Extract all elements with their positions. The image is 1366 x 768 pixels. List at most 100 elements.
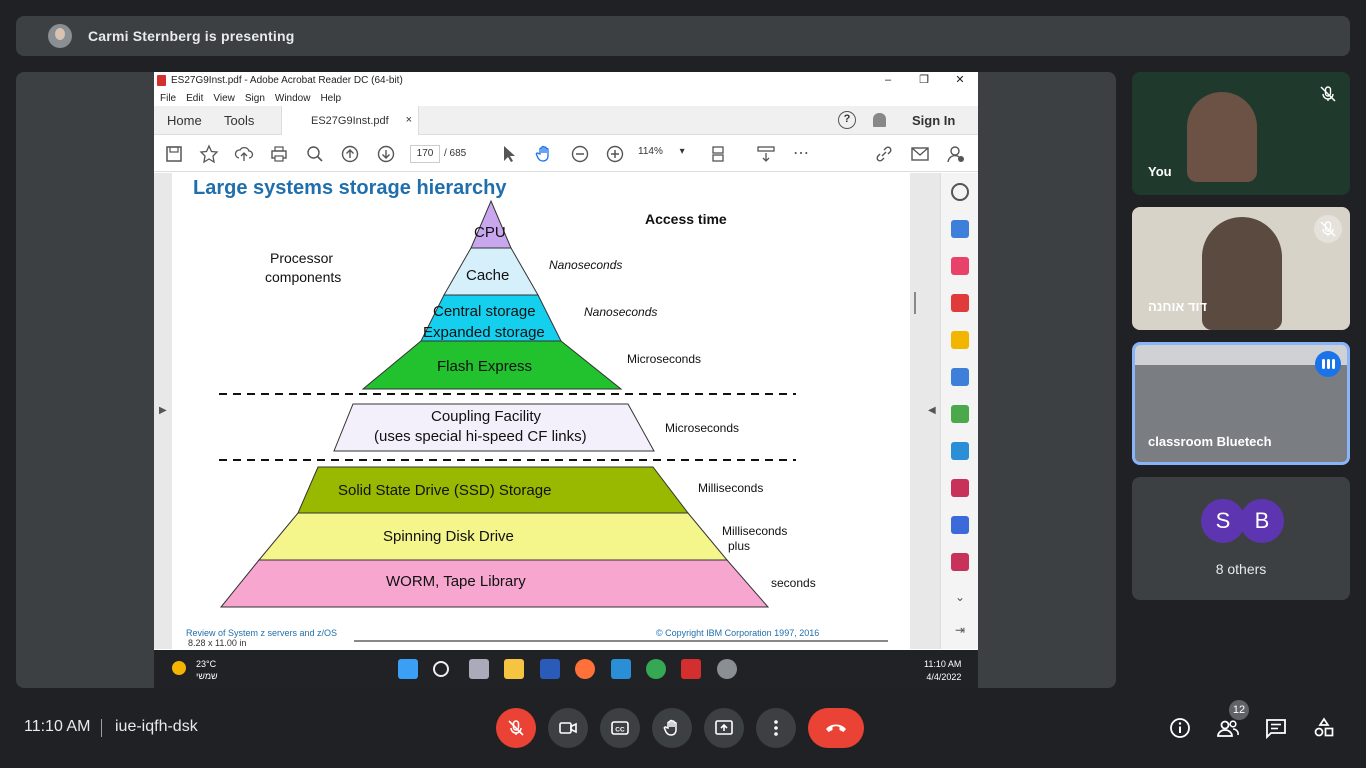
tab-document[interactable]: ES27G9Inst.pdf × bbox=[281, 106, 419, 135]
powershell-icon[interactable] bbox=[540, 659, 560, 679]
scroll-mode-icon[interactable] bbox=[756, 144, 776, 164]
menu-file[interactable]: File bbox=[160, 93, 176, 104]
windows-start-icon[interactable] bbox=[398, 659, 418, 679]
coupling-time: Microseconds bbox=[665, 421, 740, 435]
captions-button[interactable]: CC bbox=[600, 708, 640, 748]
sign-in-button[interactable]: Sign In bbox=[912, 113, 955, 128]
hang-up-icon bbox=[826, 724, 846, 732]
menu-view[interactable]: View bbox=[213, 93, 235, 104]
fill-sign-icon[interactable] bbox=[951, 479, 969, 497]
notification-bell-icon[interactable] bbox=[873, 113, 886, 127]
zoom-in-icon[interactable] bbox=[605, 144, 625, 164]
menu-edit[interactable]: Edit bbox=[186, 93, 203, 104]
cache-time: Nanoseconds bbox=[549, 258, 623, 272]
others-tile[interactable]: S B 8 others bbox=[1132, 477, 1350, 600]
print-icon[interactable] bbox=[269, 144, 289, 164]
info-icon[interactable] bbox=[1168, 716, 1192, 740]
participant-name: classroom Bluetech bbox=[1148, 434, 1272, 449]
mic-toggle-button[interactable] bbox=[496, 708, 536, 748]
help-icon[interactable]: ? bbox=[838, 111, 856, 129]
search-icon[interactable] bbox=[433, 661, 449, 677]
task-view-icon[interactable] bbox=[469, 659, 489, 679]
shared-screen: ES27G9Inst.pdf - Adobe Acrobat Reader DC… bbox=[154, 72, 978, 688]
document-area[interactable]: Large systems storage hierarchy Access t… bbox=[154, 173, 940, 649]
organize-pages-icon[interactable] bbox=[951, 257, 969, 275]
captions-icon: CC bbox=[611, 721, 629, 735]
participant-tile-classroom[interactable]: classroom Bluetech bbox=[1132, 342, 1350, 465]
zoom-select[interactable]: 114% ▾ bbox=[638, 146, 694, 162]
right-pane-toggle-icon[interactable]: ◀ bbox=[928, 405, 936, 416]
page-number-input[interactable]: 170 bbox=[410, 145, 440, 163]
email-icon[interactable] bbox=[910, 144, 930, 164]
chat-icon[interactable] bbox=[1264, 716, 1288, 740]
spinning-time-line1: Milliseconds bbox=[722, 524, 788, 538]
create-pdf-icon[interactable] bbox=[951, 294, 969, 312]
taskbar-clock[interactable]: 11:10 AM 4/4/2022 bbox=[924, 658, 961, 684]
cpu-label: CPU bbox=[474, 224, 506, 241]
tab-tools[interactable]: Tools bbox=[224, 113, 254, 128]
pdf-page: Large systems storage hierarchy Access t… bbox=[172, 173, 910, 649]
firefox-icon[interactable] bbox=[575, 659, 595, 679]
present-screen-button[interactable] bbox=[704, 708, 744, 748]
close-icon[interactable]: ✕ bbox=[942, 72, 978, 89]
raise-hand-button[interactable] bbox=[652, 708, 692, 748]
participant-tile-you[interactable]: You bbox=[1132, 72, 1350, 195]
taskbar-date: 4/4/2022 bbox=[926, 672, 962, 682]
menu-window[interactable]: Window bbox=[275, 93, 311, 104]
zoom-out-icon[interactable] bbox=[570, 144, 590, 164]
vertical-scrollbar[interactable] bbox=[914, 292, 916, 314]
acrobat-icon[interactable] bbox=[681, 659, 701, 679]
more-options-button[interactable] bbox=[756, 708, 796, 748]
edit-pdf-icon[interactable] bbox=[951, 368, 969, 386]
comment-icon[interactable] bbox=[951, 331, 969, 349]
zoom-tool-icon[interactable] bbox=[951, 183, 969, 201]
present-icon bbox=[715, 720, 733, 735]
flash-express-label: Flash Express bbox=[437, 358, 533, 375]
more-tools-icon[interactable]: ⋯ bbox=[791, 144, 811, 164]
upload-cloud-icon[interactable] bbox=[234, 144, 254, 164]
hand-tool-icon[interactable] bbox=[534, 144, 554, 164]
horizontal-scrollbar[interactable] bbox=[354, 640, 888, 642]
zoom-search-icon[interactable] bbox=[305, 144, 325, 164]
file-explorer-icon[interactable] bbox=[504, 659, 524, 679]
others-count: 8 others bbox=[1215, 561, 1267, 577]
participant-name: You bbox=[1148, 164, 1172, 179]
spinning-disk-label: Spinning Disk Drive bbox=[383, 528, 514, 545]
next-page-icon[interactable] bbox=[376, 144, 396, 164]
page-total: / 685 bbox=[444, 148, 467, 159]
collapse-pane-icon[interactable]: ⇥ bbox=[951, 623, 969, 641]
chevron-down-icon[interactable]: ⌄ bbox=[951, 590, 969, 608]
presentation-stage: ES27G9Inst.pdf - Adobe Acrobat Reader DC… bbox=[16, 72, 1116, 688]
share-link-icon[interactable] bbox=[874, 144, 894, 164]
tab-close-icon[interactable]: × bbox=[406, 114, 412, 126]
minimize-icon[interactable]: – bbox=[870, 72, 906, 89]
send-for-review-icon[interactable] bbox=[951, 442, 969, 460]
save-icon[interactable] bbox=[164, 144, 184, 164]
export-pdf-icon[interactable] bbox=[951, 220, 969, 238]
star-icon[interactable] bbox=[199, 144, 219, 164]
compress-pdf-icon[interactable] bbox=[951, 553, 969, 571]
settings-gear-icon[interactable] bbox=[717, 659, 737, 679]
account-add-icon[interactable] bbox=[946, 144, 966, 164]
prev-page-icon[interactable] bbox=[340, 144, 360, 164]
menu-sign[interactable]: Sign bbox=[245, 93, 265, 104]
store-icon[interactable] bbox=[611, 659, 631, 679]
leave-call-button[interactable] bbox=[808, 708, 864, 748]
select-cursor-icon[interactable] bbox=[499, 144, 519, 164]
chrome-icon[interactable] bbox=[646, 659, 666, 679]
maximize-icon[interactable]: ❐ bbox=[906, 72, 942, 89]
presenter-avatar bbox=[48, 24, 72, 48]
menu-help[interactable]: Help bbox=[320, 93, 341, 104]
weather-widget[interactable]: 23°C שמשי bbox=[196, 658, 218, 682]
participant-tile-david[interactable]: דוד אוחנה bbox=[1132, 207, 1350, 330]
camera-toggle-button[interactable] bbox=[548, 708, 588, 748]
left-pane-toggle-icon[interactable]: ▶ bbox=[159, 405, 167, 416]
combine-files-icon[interactable] bbox=[951, 405, 969, 423]
meeting-code: iue-iqfh-dsk bbox=[115, 718, 198, 735]
activities-icon[interactable] bbox=[1312, 716, 1336, 740]
ssd-label: Solid State Drive (SSD) Storage bbox=[338, 482, 552, 499]
weather-sun-icon[interactable] bbox=[172, 661, 186, 675]
tab-home[interactable]: Home bbox=[167, 113, 202, 128]
page-layout-icon[interactable] bbox=[710, 144, 730, 164]
protect-icon[interactable] bbox=[951, 516, 969, 534]
